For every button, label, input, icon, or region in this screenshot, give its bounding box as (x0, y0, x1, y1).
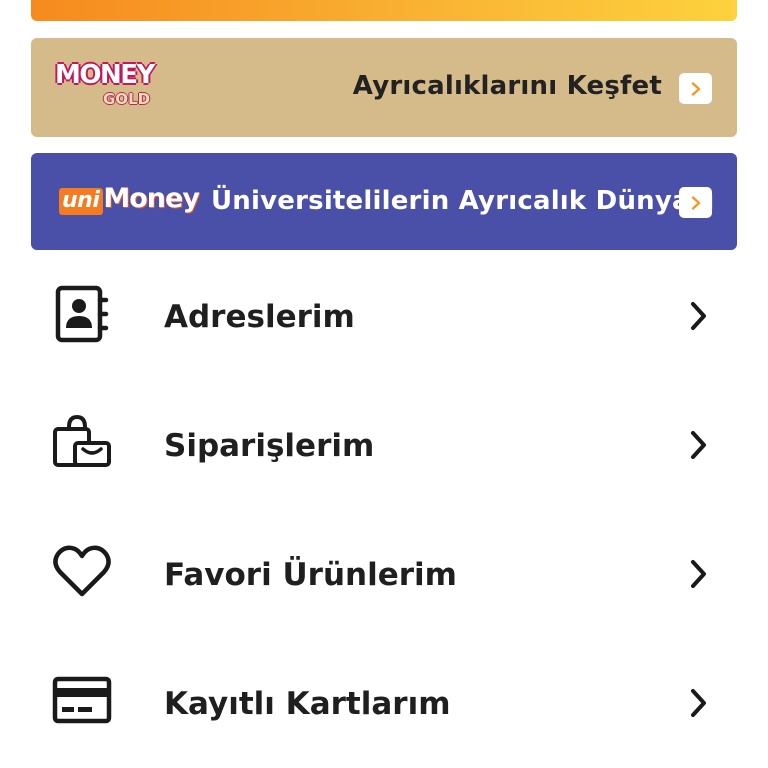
account-menu-page: MONEY GOLD Ayrıcalıklarını Keşfet uni Mon… (0, 0, 768, 768)
chevron-right-icon (691, 195, 700, 210)
unimoney-arrow-button[interactable] (679, 187, 712, 218)
money-gold-arrow-button[interactable] (679, 73, 712, 104)
chevron-right-icon (691, 302, 706, 330)
unimoney-logo-prefix: uni (59, 188, 104, 215)
address-book-icon (55, 285, 109, 343)
unimoney-banner-text: Üniversitelilerin Ayrıcalık Dünyası (211, 186, 715, 216)
top-promo-banner[interactable] (31, 0, 737, 21)
unimoney-logo: uni Money (59, 183, 204, 223)
chevron-right-icon (691, 689, 706, 717)
heart-icon (53, 545, 111, 597)
money-gold-banner[interactable]: MONEY GOLD Ayrıcalıklarını Keşfet (31, 38, 737, 137)
unimoney-banner[interactable]: uni Money Üniversitelilerin Ayrıcalık Dün… (31, 153, 737, 250)
menu-item-label: Favori Ürünlerim (164, 557, 457, 593)
chevron-right-icon (691, 431, 706, 459)
menu-item-label: Adreslerim (164, 299, 355, 335)
chevron-right-icon (691, 560, 706, 588)
menu-item-label: Siparişlerim (164, 428, 375, 464)
menu-item-addresses[interactable]: Adreslerim (0, 252, 768, 381)
shopping-bag-icon (53, 414, 111, 467)
money-gold-logo-sub: GOLD (103, 90, 151, 108)
chevron-right-icon (691, 81, 700, 96)
money-gold-logo: MONEY GOLD (55, 60, 165, 114)
credit-card-icon (52, 676, 112, 724)
menu-item-orders[interactable]: Siparişlerim (0, 381, 768, 510)
menu-item-label: Kayıtlı Kartlarım (164, 686, 451, 722)
menu-item-favorites[interactable]: Favori Ürünlerim (0, 510, 768, 639)
menu-item-saved-cards[interactable]: Kayıtlı Kartlarım (0, 639, 768, 768)
money-gold-banner-text: Ayrıcalıklarını Keşfet (352, 71, 662, 101)
money-gold-logo-main: MONEY (55, 60, 155, 90)
unimoney-logo-main: Money (103, 183, 200, 214)
